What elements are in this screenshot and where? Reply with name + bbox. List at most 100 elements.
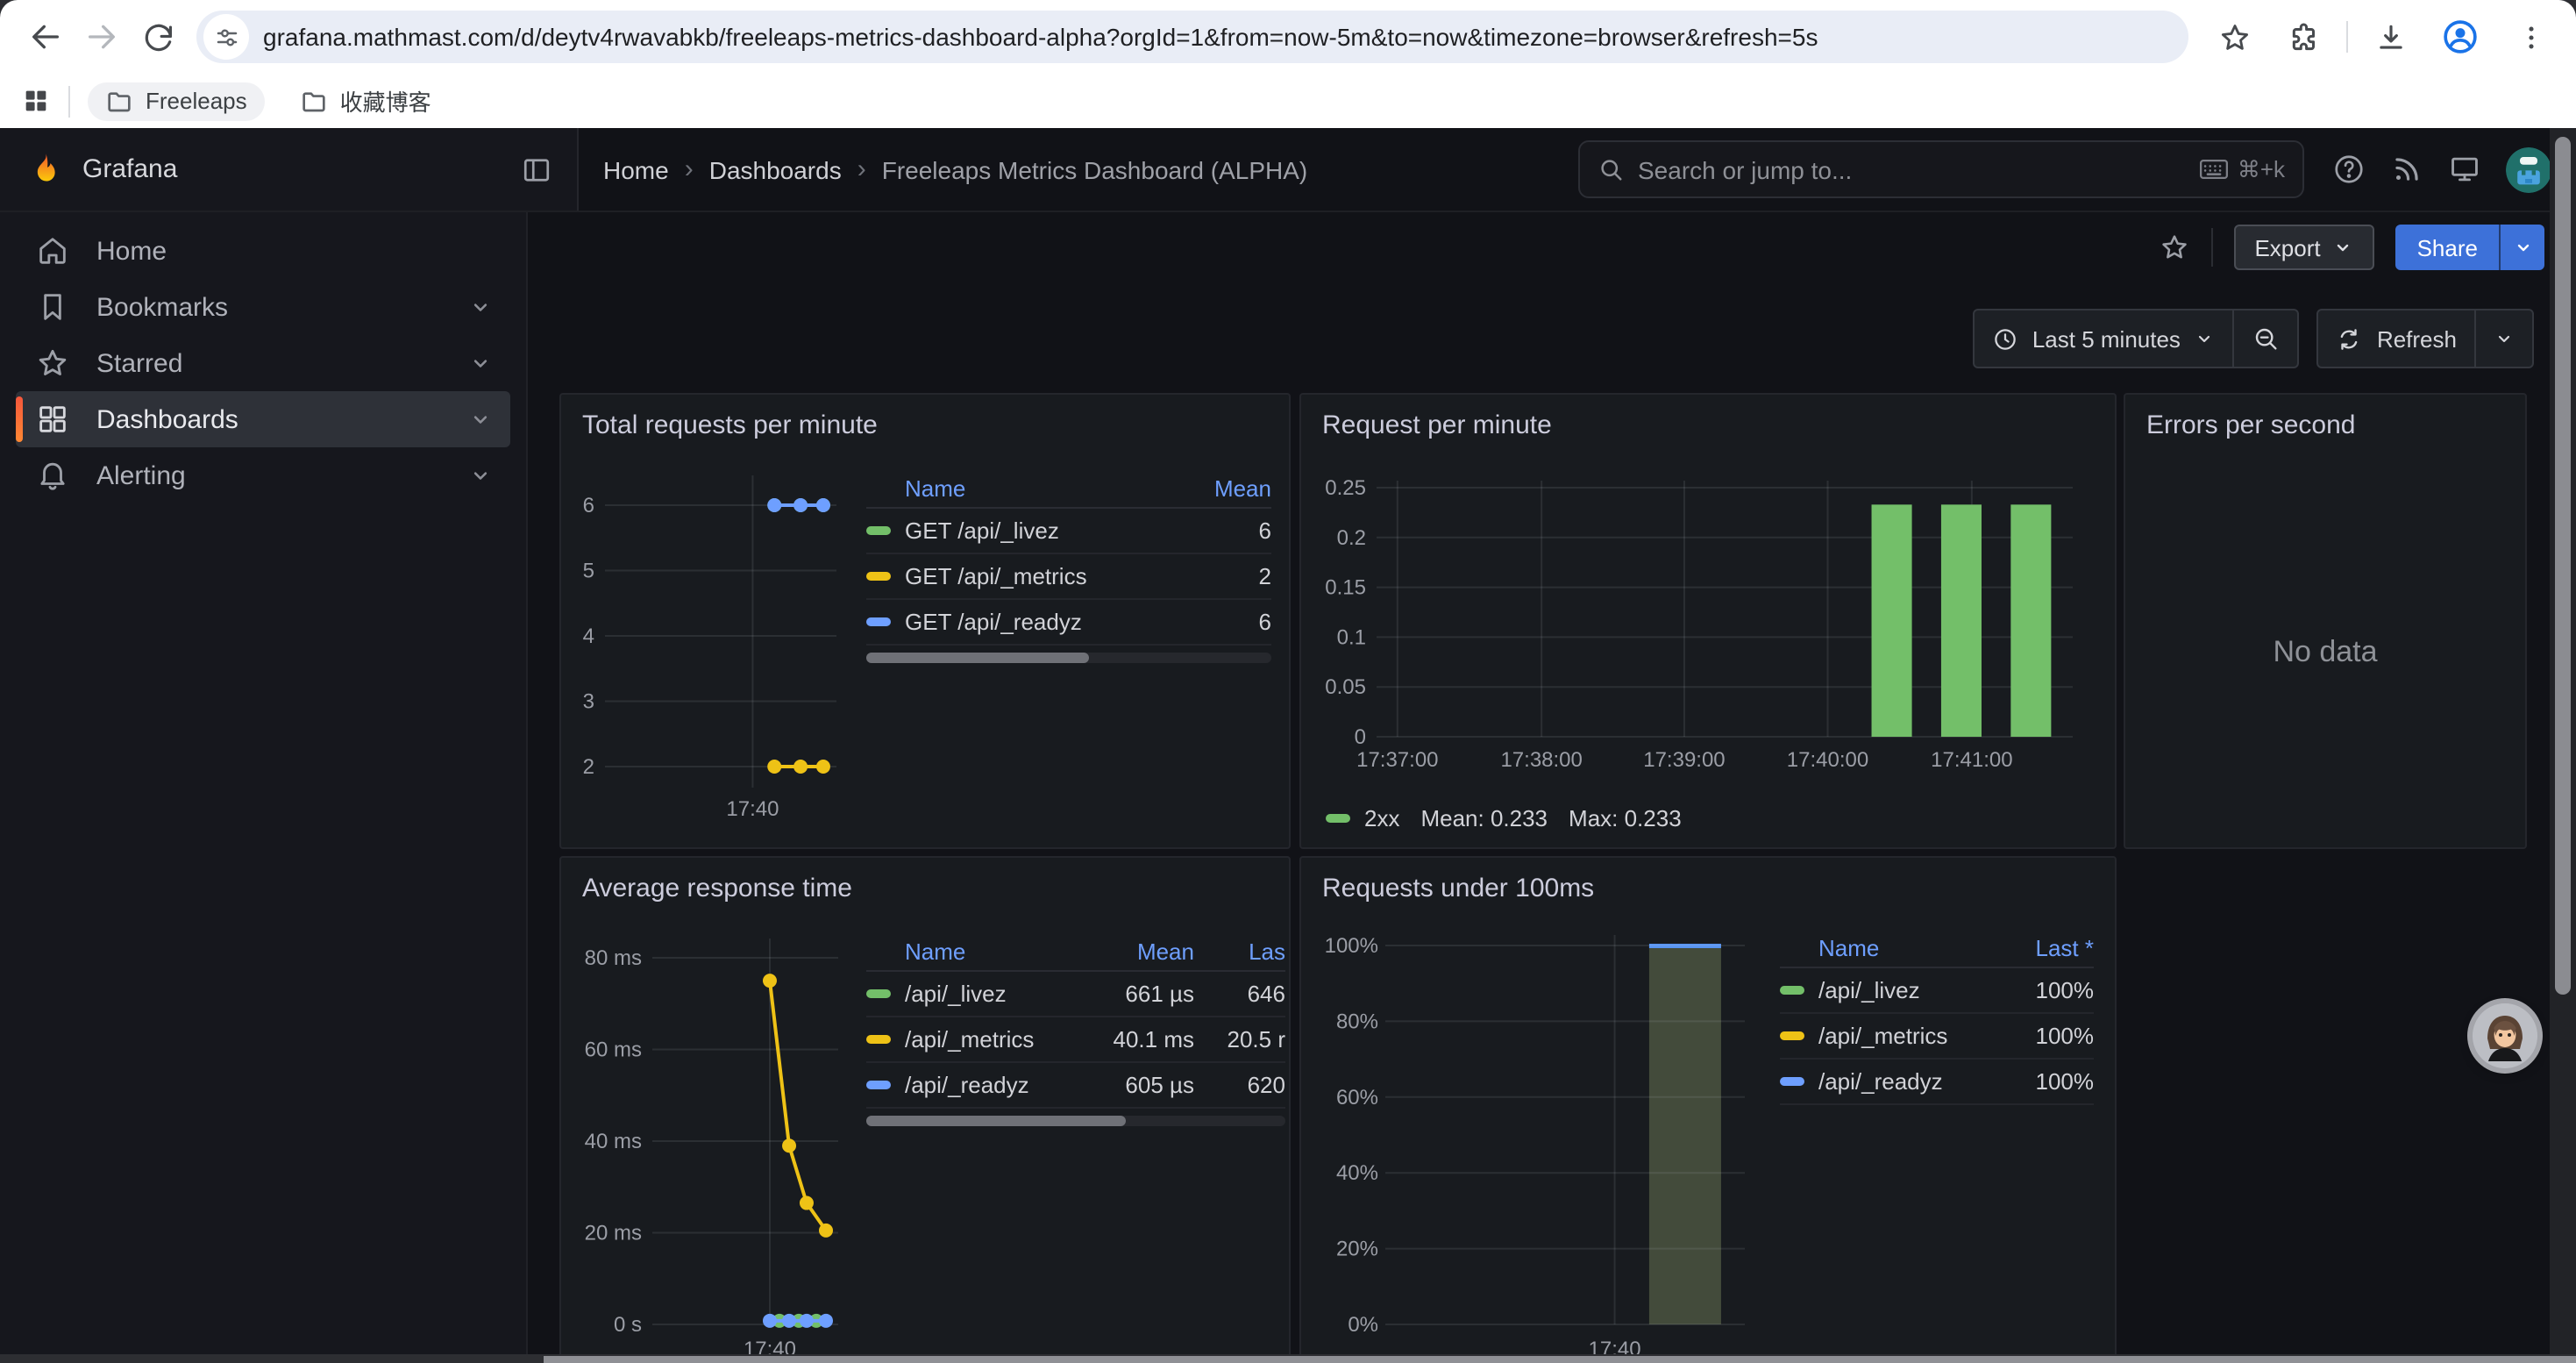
search-input[interactable]: Search or jump to... ⌘+k [1578,140,2304,198]
panel-title[interactable]: Total requests per minute [561,395,1289,454]
browser-window: grafana.mathmast.com/d/deytv4rwavabkb/fr… [0,0,2576,1354]
export-button[interactable]: Export [2233,225,2374,270]
forward-icon[interactable] [74,9,130,65]
bookmark-folder-freeleaps[interactable]: Freeleaps [88,82,265,120]
legend-row[interactable]: /api/_readyz605 µs620 [866,1063,1285,1109]
series-color-pill [866,989,891,998]
share-button[interactable]: Share [2396,225,2544,270]
toolbar-divider [2346,21,2348,53]
legend-row[interactable]: GET /api/_livez6 [866,509,1271,554]
svg-text:20 ms: 20 ms [585,1222,642,1245]
assistant-avatar[interactable] [2473,1003,2537,1068]
sidebar-toggle-icon[interactable] [521,153,552,185]
site-settings-icon[interactable] [203,14,249,60]
bookmark-icon [35,289,70,325]
breadcrumb-home[interactable]: Home [603,155,669,183]
bookmark-star-icon[interactable] [2206,9,2262,65]
grafana-header-brand: Grafana [0,128,579,211]
svg-text:17:39:00: 17:39:00 [1643,748,1725,772]
svg-text:4: 4 [583,624,594,648]
monitor-icon[interactable] [2448,153,2481,186]
reload-icon[interactable] [130,9,186,65]
panel-total-requests-per-minute: Total requests per minute 6543217:40 Nam… [559,393,1291,849]
url-text[interactable]: grafana.mathmast.com/d/deytv4rwavabkb/fr… [263,23,2178,51]
series-color-pill [866,526,891,535]
svg-text:3: 3 [583,690,594,714]
sidebar-item-dashboards[interactable]: Dashboards [16,391,510,447]
bookmark-folder-blogs[interactable]: 收藏博客 [282,79,449,123]
news-rss-icon[interactable] [2390,153,2423,186]
svg-text:80 ms: 80 ms [585,946,642,970]
favorite-star-icon[interactable] [2158,232,2189,263]
legend-column-header[interactable]: Mean [1089,938,1194,964]
sidebar-item-label: Starred [96,348,182,378]
back-icon[interactable] [18,9,74,65]
download-icon[interactable] [2362,9,2418,65]
legend-column-header[interactable]: Last * [1999,934,2094,960]
vertical-scrollbar[interactable] [2550,128,2576,1354]
legend-column-header[interactable]: Mean [1191,475,1271,501]
refresh-button[interactable]: Refresh [2319,310,2474,367]
series-name: GET /api/_metrics [905,563,1191,589]
grid-icon [35,402,70,437]
address-bar[interactable]: grafana.mathmast.com/d/deytv4rwavabkb/fr… [196,11,2188,63]
series-color-pill [1780,986,1804,995]
scrollbar-thumb[interactable] [866,1116,1126,1126]
time-range-picker[interactable]: Last 5 minutes [1975,310,2233,367]
sidebar-item-starred[interactable]: Starred [16,335,510,391]
sidebar-item-bookmarks[interactable]: Bookmarks [16,279,510,335]
extensions-icon[interactable] [2276,9,2332,65]
legend-scrollbar[interactable] [866,1116,1285,1126]
svg-text:17:40: 17:40 [744,1338,796,1354]
bookmarks-bar: Freeleaps 收藏博客 [0,74,2576,128]
panel-title[interactable]: Request per minute [1301,395,2115,454]
legend-row[interactable]: /api/_metrics40.1 ms20.5 r [866,1017,1285,1063]
panel-title[interactable]: Errors per second [2125,395,2525,454]
zoom-out-button[interactable] [2233,310,2298,367]
browser-toolbar: grafana.mathmast.com/d/deytv4rwavabkb/fr… [0,0,2576,74]
series-name: /api/_readyz [1818,1068,1999,1095]
chevron-down-icon [468,295,493,319]
nav-sidebar: Home Bookmarks Starred Dashboards [0,212,528,1354]
legend-column-header[interactable]: Name [905,475,1191,501]
help-icon[interactable] [2332,153,2366,186]
refresh-interval-caret[interactable] [2474,310,2532,367]
star-icon [35,346,70,381]
legend-row[interactable]: /api/_livez100% [1780,968,2094,1014]
legend-row[interactable]: /api/_metrics100% [1780,1014,2094,1060]
grafana-app: Grafana Home › Dashboards › Freeleaps Me… [0,128,2576,1354]
legend-scrollbar[interactable] [866,653,1271,663]
series-value: 20.5 r [1212,1026,1285,1053]
legend-column-header[interactable]: Name [1818,934,1999,960]
user-avatar[interactable] [2506,146,2551,192]
legend-row[interactable]: GET /api/_readyz6 [866,600,1271,646]
panel-average-response-time: Average response time 80 ms60 ms40 ms20 … [559,856,1291,1354]
apps-grid-icon[interactable] [21,86,51,116]
svg-text:17:40: 17:40 [726,797,779,821]
legend-row[interactable]: /api/_livez661 µs646 [866,972,1285,1017]
legend-row[interactable]: 2xx Mean: 0.233 Max: 0.233 [1326,805,1682,831]
sidebar-item-home[interactable]: Home [16,223,510,279]
panel-title[interactable]: Requests under 100ms [1301,858,2115,917]
sidebar-item-alerting[interactable]: Alerting [16,447,510,503]
scrollbar-thumb[interactable] [866,653,1089,663]
series-name: /api/_readyz [905,1072,1078,1098]
legend-column-header[interactable]: Name [905,938,1078,964]
profile-icon[interactable] [2432,9,2488,65]
series-value: 6 [1191,517,1271,544]
series-value: 100% [1999,1023,2094,1049]
breadcrumb-current: Freeleaps Metrics Dashboard (ALPHA) [882,155,1308,183]
menu-dots-icon[interactable] [2502,9,2558,65]
bookmarks-divider [68,85,70,117]
legend-row[interactable]: /api/_readyz100% [1780,1060,2094,1105]
series-color-pill [866,572,891,581]
breadcrumb-dashboards[interactable]: Dashboards [709,155,842,183]
series-name: GET /api/_livez [905,517,1191,544]
legend-row[interactable]: GET /api/_metrics2 [866,554,1271,600]
total-requests-chart: 6543217:40 [561,458,908,847]
panel-title[interactable]: Average response time [561,858,1289,917]
legend-column-header[interactable]: Las [1212,938,1285,964]
share-menu-caret[interactable] [2499,225,2544,270]
screen: grafana.mathmast.com/d/deytv4rwavabkb/fr… [0,0,2576,1363]
scrollbar-thumb[interactable] [2555,137,2571,995]
